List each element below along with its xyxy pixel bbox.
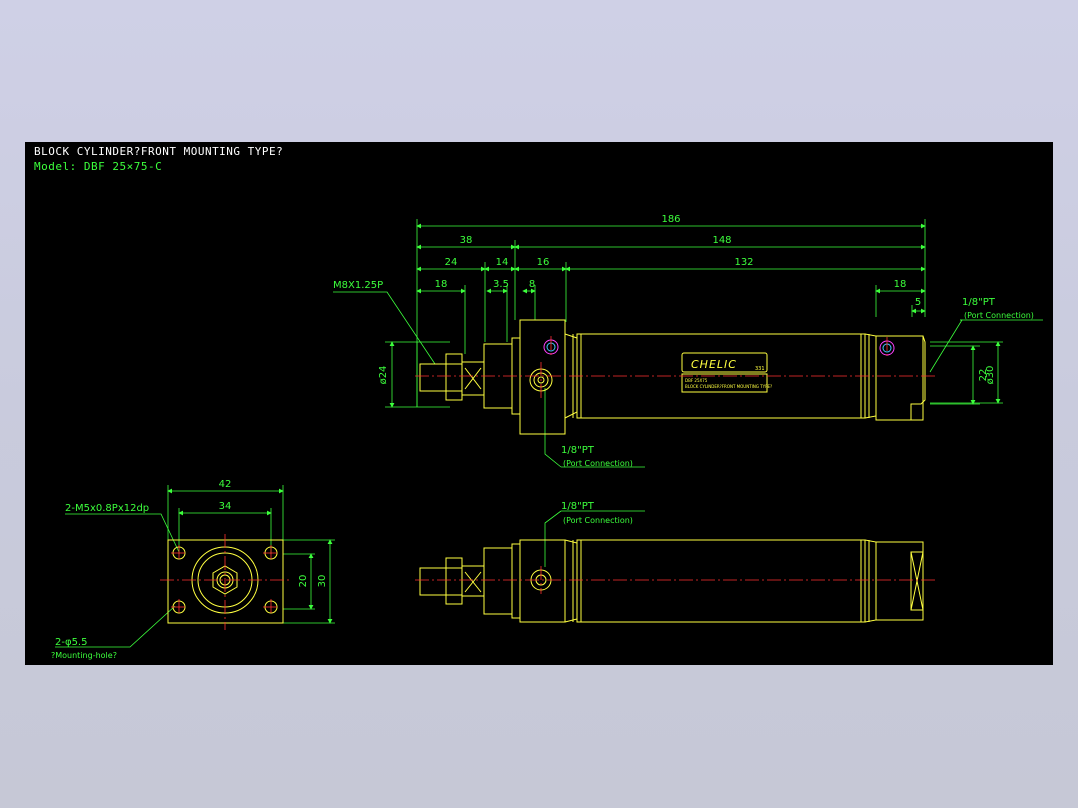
cad-drawing-canvas[interactable]: BLOCK CYLINDER?FRONT MOUNTING TYPE? Mode… — [25, 142, 1053, 665]
plate-line-2: BLOCK CYLINDER?FRONT MOUNTING TYPE? — [685, 384, 772, 389]
dim-132: 132 — [734, 257, 753, 268]
end-body-outline — [167, 539, 284, 624]
rear-port-desc: (Port Connection) — [964, 311, 1034, 320]
dim-phi24: ø24 — [378, 366, 389, 385]
side-centerlines — [415, 336, 935, 400]
dim-30-end: 30 — [317, 575, 328, 588]
dim-5: 5 — [915, 297, 921, 308]
bottom-port-desc: (Port Connection) — [563, 516, 633, 525]
dim-16: 16 — [537, 257, 550, 268]
dim-42: 42 — [219, 479, 232, 490]
dim-3-5: 3.5 — [493, 279, 509, 290]
dim-34: 34 — [219, 501, 232, 512]
thread-label: M8X1.25P — [333, 280, 383, 291]
dim-overall: 186 — [661, 214, 680, 225]
thread-holes-label: 2-M5x0.8Px12dp — [65, 503, 149, 514]
dim-8: 8 — [529, 279, 535, 290]
drawing-svg: 186 38 148 24 14 16 132 18 3.5 8 18 5 22… — [51, 214, 1043, 660]
side-cylinder-outline — [419, 319, 926, 435]
dim-14: 14 — [496, 257, 509, 268]
dim-rod-side: 38 — [460, 235, 473, 246]
bottom-cylinder-outline — [419, 539, 924, 623]
end-extension-lines — [167, 485, 335, 624]
dim-20: 20 — [298, 575, 309, 588]
dim-24: 24 — [445, 257, 458, 268]
mount-holes-desc: ?Mounting-hole? — [51, 651, 117, 660]
brand-logo: CHELIC — [691, 358, 737, 371]
bottom-port-size: 1/8"PT — [561, 501, 595, 512]
end-view: 42 34 20 30 2-M5x0.8Px12dp 2-φ5.5 ?Mount… — [51, 479, 335, 660]
end-centerlines — [160, 534, 292, 630]
bottom-centerlines — [415, 566, 935, 594]
front-port-size: 1/8"PT — [561, 445, 595, 456]
dim-body: 148 — [712, 235, 731, 246]
dim-18-right: 18 — [894, 279, 907, 290]
brand-sub: 331 — [755, 366, 765, 372]
plate-line-1: DBF 25X75 — [685, 378, 708, 383]
dim-18-left: 18 — [435, 279, 448, 290]
dim-30: ø30 — [985, 366, 996, 385]
front-port-desc: (Port Connection) — [563, 459, 633, 468]
side-view: 186 38 148 24 14 16 132 18 3.5 8 18 5 22… — [333, 214, 1043, 468]
mount-holes-label: 2-φ5.5 — [55, 637, 87, 648]
rear-port-size: 1/8"PT — [962, 297, 996, 308]
end-leaders — [55, 513, 180, 648]
bottom-view: 1/8"PT (Port Connection) — [415, 501, 935, 623]
